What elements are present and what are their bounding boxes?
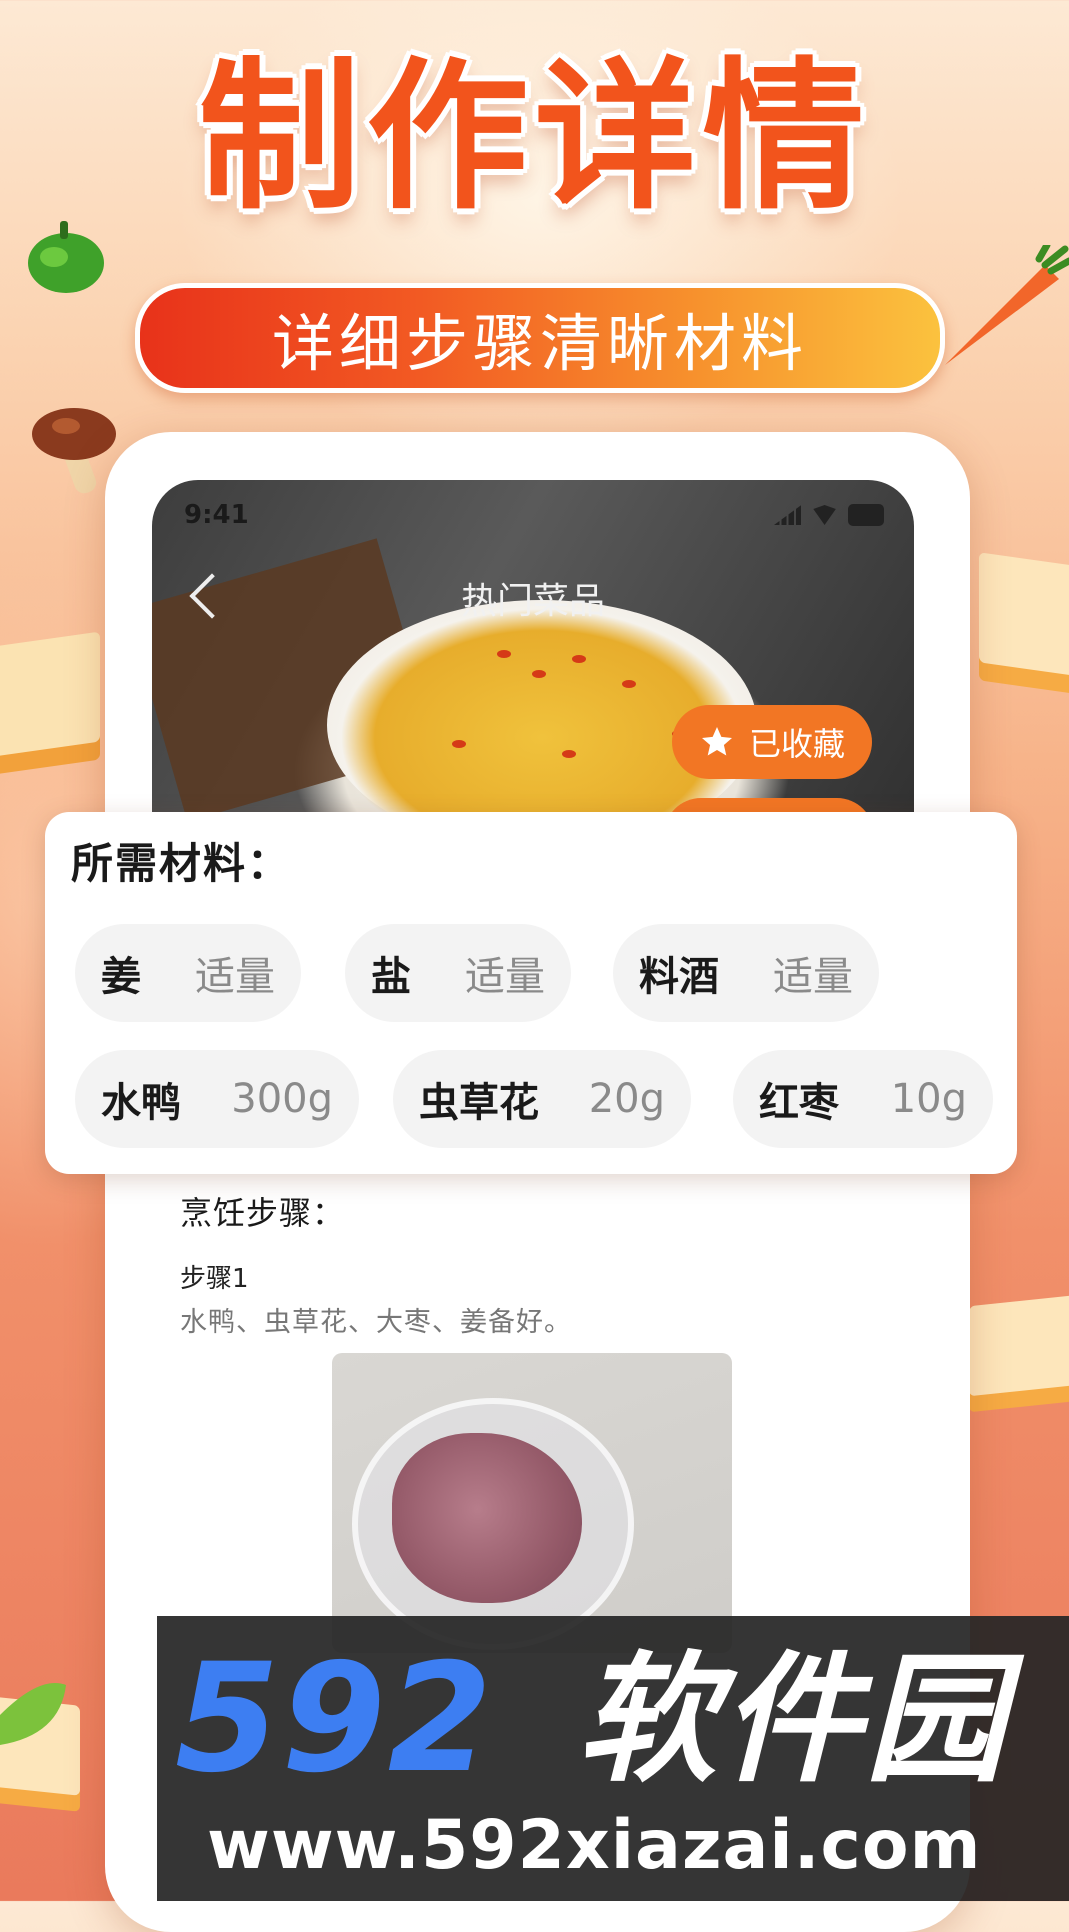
decor-block (979, 552, 1069, 678)
goji-berry (497, 650, 511, 658)
goji-berry (572, 655, 586, 663)
leaf-icon (0, 1683, 66, 1745)
ingredient-chip: 盐 适量 (345, 924, 571, 1022)
materials-card: 所需材料： 姜 适量 盐 适量 料酒 适量 水鸭 300g 虫草花 20g 红枣… (45, 812, 1017, 1174)
goji-berry (562, 750, 576, 758)
ingredient-qty: 适量 (773, 954, 853, 1000)
goji-berry (532, 670, 546, 678)
watermark-number: 592 (175, 1632, 495, 1806)
ingredient-qty: 适量 (465, 954, 545, 1000)
decor-block (969, 1293, 1069, 1397)
ingredient-name: 料酒 (639, 954, 719, 1000)
ingredient-chip: 料酒 适量 (613, 924, 879, 1022)
ingredient-qty: 适量 (195, 954, 275, 1000)
star-icon (701, 727, 732, 756)
ingredient-chip: 虫草花 20g (393, 1050, 691, 1148)
ingredient-name: 红枣 (759, 1080, 839, 1126)
ingredient-qty: 20g (588, 1076, 665, 1122)
signal-icon (774, 505, 802, 525)
nav-title: 热门菜品 (460, 581, 605, 622)
headline: 制作详情 (198, 44, 871, 232)
ingredient-qty: 10g (890, 1076, 967, 1122)
step-photo (332, 1353, 732, 1653)
materials-title: 所需材料： (71, 839, 292, 888)
status-icons (774, 504, 884, 526)
ingredient-name: 姜 (101, 954, 141, 1000)
step-description: 水鸭、虫草花、大枣、姜备好。 (180, 1307, 572, 1338)
steps-title: 烹饪步骤： (180, 1194, 346, 1232)
favorite-button[interactable]: 已收藏 (672, 705, 872, 779)
ingredient-qty: 300g (231, 1076, 333, 1122)
subtitle-pill: 详细步骤清晰材料 (135, 283, 945, 393)
ingredient-chip: 姜 适量 (75, 924, 301, 1022)
goji-berry (622, 680, 636, 688)
subtitle-text: 详细步骤清晰材料 (271, 307, 808, 380)
goji-berry (452, 740, 466, 748)
battery-icon (847, 504, 884, 526)
status-bar: 9:41 (184, 500, 884, 530)
watermark-url: www.592xiazai.com (207, 1806, 982, 1885)
ingredient-name: 盐 (371, 954, 411, 1000)
step-label: 步骤1 (180, 1264, 249, 1294)
watermark-banner: 592 软件园 www.592xiazai.com (157, 1616, 1069, 1901)
ingredient-name: 虫草花 (419, 1080, 539, 1126)
decor-block (0, 631, 100, 759)
favorite-label: 已收藏 (748, 725, 845, 763)
wifi-icon (813, 505, 836, 525)
ingredient-name: 水鸭 (101, 1080, 181, 1126)
carrot-icon (945, 245, 1069, 365)
watermark-name: 软件园 (577, 1639, 1010, 1802)
ingredient-chip: 水鸭 300g (75, 1050, 359, 1148)
status-time: 9:41 (184, 500, 249, 530)
ingredient-chip: 红枣 10g (733, 1050, 993, 1148)
